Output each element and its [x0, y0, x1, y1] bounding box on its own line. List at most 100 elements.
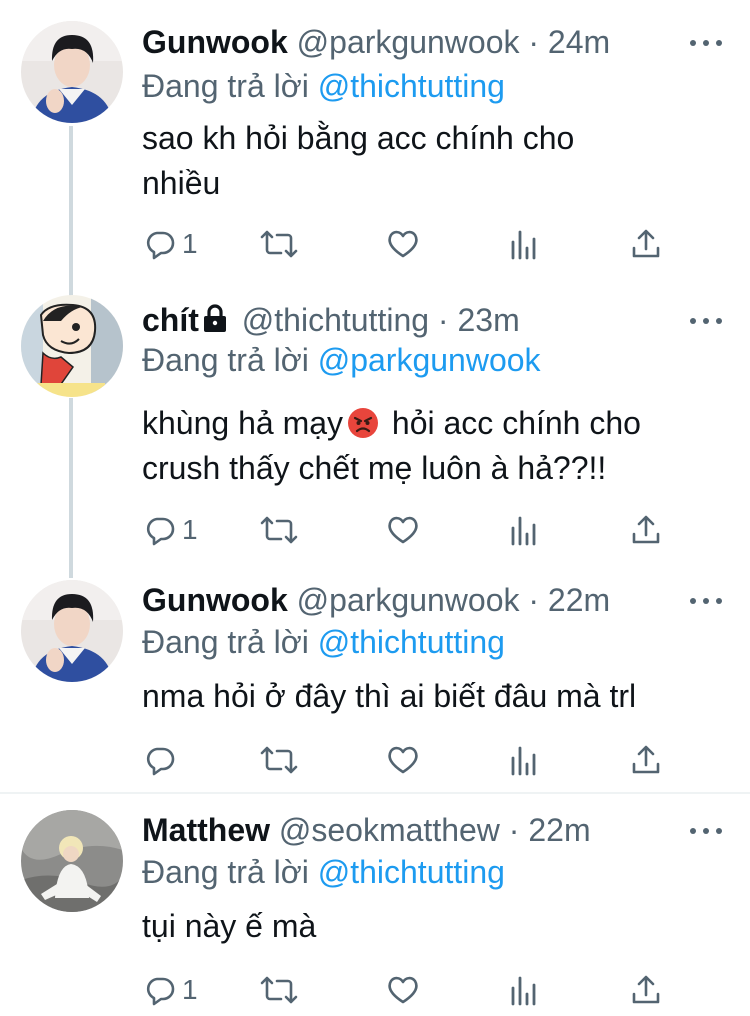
retweet-icon [260, 976, 298, 1004]
angry-face-emoji [347, 406, 379, 438]
mention-link[interactable]: @thichtutting [318, 854, 505, 890]
tweet[interactable]: Matthew @seokmatthew · 22m Đang trả lời … [0, 794, 750, 1016]
like-button[interactable] [386, 970, 420, 1010]
avatar-image [21, 810, 123, 912]
tweet[interactable]: Gunwook @parkgunwook · 22m Đang trả lời … [0, 570, 750, 792]
like-button[interactable] [386, 510, 420, 550]
timestamp[interactable]: 24m [548, 24, 610, 60]
share-button[interactable] [631, 970, 661, 1010]
tweet-text-segment: khùng hả mạy [142, 405, 344, 441]
more-icon[interactable] [690, 821, 726, 841]
tweet-text-line: sao kh hỏi bằng acc chính cho [142, 120, 575, 156]
tweet-text-segment: hỏi acc chính cho [391, 405, 641, 441]
views-button[interactable] [510, 970, 538, 1010]
reply-count: 1 [182, 974, 198, 1005]
heart-icon [388, 976, 418, 1004]
views-button[interactable] [510, 740, 538, 780]
reply-button[interactable]: 1 [144, 510, 198, 550]
views-button[interactable] [510, 510, 538, 550]
mention-link[interactable]: @parkgunwook [318, 342, 541, 378]
more-icon[interactable] [690, 33, 726, 53]
display-name[interactable]: Matthew [142, 812, 270, 848]
views-icon [511, 516, 536, 546]
heart-icon [388, 230, 418, 258]
tweet-text-line: nma hỏi ở đây thì ai biết đâu mà trl [142, 678, 637, 714]
separator-dot: · [528, 582, 540, 618]
replying-to: Đang trả lời @thichtutting [142, 852, 505, 892]
action-bar: 1 [142, 510, 702, 550]
reply-button[interactable]: 1 [144, 970, 198, 1010]
tweet-text: sao kh hỏi bằng acc chính cho nhiều [142, 116, 722, 206]
avatar-image [21, 580, 123, 682]
retweet-button[interactable] [260, 224, 298, 264]
avatar[interactable] [21, 810, 123, 912]
timestamp[interactable]: 23m [457, 302, 519, 338]
timestamp[interactable]: 22m [548, 582, 610, 618]
share-button[interactable] [631, 740, 661, 780]
retweet-button[interactable] [260, 740, 298, 780]
replying-to: Đang trả lời @parkgunwook [142, 340, 541, 380]
replying-label: Đang trả lời [142, 854, 309, 890]
views-button[interactable] [510, 224, 538, 264]
reply-icon [146, 231, 175, 260]
avatar[interactable] [21, 580, 123, 682]
user-handle[interactable]: @parkgunwook [297, 24, 520, 60]
share-button[interactable] [631, 224, 661, 264]
lock-icon [201, 302, 229, 342]
more-icon[interactable] [690, 591, 726, 611]
share-icon [632, 229, 660, 258]
user-handle[interactable]: @thichtutting [242, 302, 429, 338]
heart-icon [388, 516, 418, 544]
reply-count: 1 [182, 228, 198, 259]
separator-dot: · [528, 24, 540, 60]
reply-button[interactable]: 1 [144, 224, 198, 264]
avatar[interactable] [21, 21, 123, 123]
mention-link[interactable]: @thichtutting [318, 624, 505, 660]
tweet-text-line: tụi này ế mà [142, 908, 317, 944]
retweet-icon [260, 230, 298, 258]
separator-dot: · [508, 812, 520, 848]
retweet-button[interactable] [260, 510, 298, 550]
reply-button[interactable] [144, 740, 182, 780]
user-handle[interactable]: @seokmatthew [279, 812, 500, 848]
tweet-text-line: crush thấy chết mẹ luôn à hả??!! [142, 450, 607, 486]
mention-link[interactable]: @thichtutting [318, 68, 505, 104]
retweet-icon [260, 746, 298, 774]
tweet-text: khùng hả mạy hỏi acc chính cho crush thấ… [142, 401, 732, 491]
replying-to: Đang trả lời @thichtutting [142, 66, 505, 106]
like-button[interactable] [386, 740, 420, 780]
share-icon [632, 515, 660, 544]
more-icon[interactable] [690, 311, 726, 331]
views-icon [511, 976, 536, 1006]
replying-to: Đang trả lời @thichtutting [142, 622, 505, 662]
share-button[interactable] [631, 510, 661, 550]
tweet-text: nma hỏi ở đây thì ai biết đâu mà trl [142, 674, 742, 719]
replying-label: Đang trả lời [142, 68, 309, 104]
reply-icon [146, 517, 175, 546]
tweet[interactable]: chít @thichtutting · 23m Đang trả lời @p… [0, 290, 750, 570]
avatar[interactable] [21, 295, 123, 397]
user-handle[interactable]: @parkgunwook [297, 582, 520, 618]
action-bar: 1 [142, 224, 702, 264]
retweet-button[interactable] [260, 970, 298, 1010]
heart-icon [388, 746, 418, 774]
display-name[interactable]: chít [142, 302, 199, 338]
retweet-icon [260, 516, 298, 544]
timestamp[interactable]: 22m [528, 812, 590, 848]
share-icon [632, 745, 660, 774]
reply-icon [146, 977, 175, 1006]
display-name[interactable]: Gunwook [142, 582, 288, 618]
reply-icon [146, 747, 175, 776]
views-icon [511, 746, 536, 776]
replying-label: Đang trả lời [142, 342, 309, 378]
tweet-text-line: khùng hả mạy hỏi acc chính cho [142, 401, 732, 446]
action-bar: 1 [142, 970, 702, 1010]
tweet-text-line: nhiều [142, 165, 221, 201]
like-button[interactable] [386, 224, 420, 264]
display-name[interactable]: Gunwook [142, 24, 288, 60]
tweet[interactable]: Gunwook @parkgunwook · 24m Đang trả lời … [0, 0, 750, 290]
replying-label: Đang trả lời [142, 624, 309, 660]
share-icon [632, 975, 660, 1004]
reply-count: 1 [182, 514, 198, 545]
tweet-text: tụi này ế mà [142, 904, 722, 949]
